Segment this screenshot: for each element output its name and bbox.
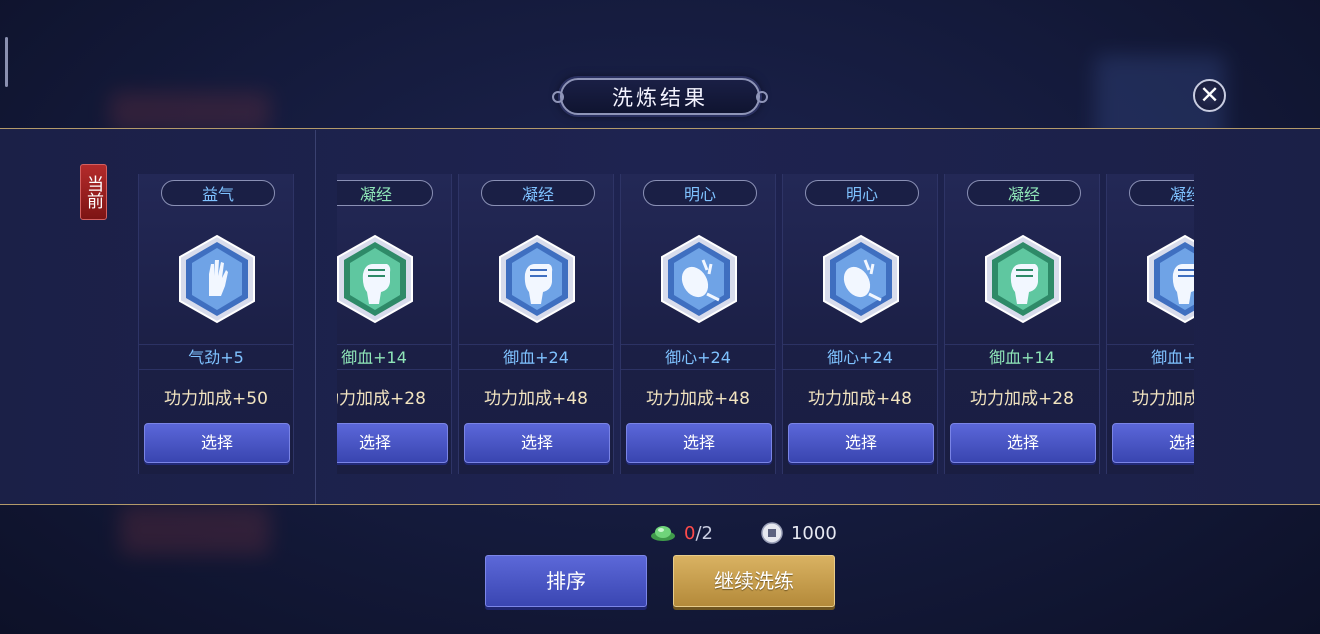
jade-icon bbox=[651, 526, 675, 541]
header: 洗炼结果 ✕ bbox=[0, 0, 1320, 130]
sort-button[interactable]: 排序 bbox=[485, 555, 647, 607]
bonus-value: 功力加成+28 bbox=[337, 389, 426, 409]
fist-icon bbox=[985, 234, 1061, 324]
ornament-right bbox=[756, 91, 768, 103]
shield-icon bbox=[661, 234, 737, 324]
stat-value: 气劲+5 bbox=[139, 344, 293, 370]
result-card: 明心御心+24 功力加成+48 选择 bbox=[782, 174, 938, 474]
bonus-value: 功力加成+28 bbox=[970, 389, 1074, 409]
bonus-value: 功力加成+48 bbox=[646, 389, 750, 409]
result-card: 凝经御血+14 功力加成+28 选择 bbox=[337, 174, 452, 474]
results-scroll-area[interactable]: 凝经御血+14 功力加成+28 选择 凝经御血+24 功力加成+48 选择 明心御心+24 功… bbox=[337, 130, 1194, 504]
background-blur bbox=[120, 505, 270, 555]
result-card: 凝经御血+24 功力加成+48 选择 bbox=[458, 174, 614, 474]
result-card: 凝经御血+14 功力加成+28 选择 bbox=[944, 174, 1100, 474]
attribute-label: 明心 bbox=[643, 180, 757, 206]
close-button[interactable]: ✕ bbox=[1193, 79, 1226, 112]
attribute-label: 凝经 bbox=[967, 180, 1081, 206]
attribute-label: 明心 bbox=[805, 180, 919, 206]
current-card: 益气 气劲+5 功力加成+50 选择 bbox=[138, 174, 294, 474]
select-button[interactable]: 选择 bbox=[950, 423, 1096, 463]
bonus-value: 功力加成+48 bbox=[808, 389, 912, 409]
bonus-value: 功力加成+50 bbox=[164, 389, 268, 409]
jade-count: 0 bbox=[684, 522, 696, 544]
select-button[interactable]: 选择 bbox=[626, 423, 772, 463]
attribute-label: 凝经 bbox=[1129, 180, 1194, 206]
stat-value: 御血+14 bbox=[945, 344, 1099, 370]
stat-value: 御心+24 bbox=[621, 344, 775, 370]
close-icon: ✕ bbox=[1199, 81, 1220, 109]
result-card: 凝经御血+24 功力加成+48 选择 bbox=[1106, 174, 1194, 474]
jade-max: /2 bbox=[695, 522, 713, 544]
attribute-label: 益气 bbox=[161, 180, 275, 206]
stat-value: 御血+14 bbox=[337, 344, 451, 370]
divider bbox=[315, 130, 316, 504]
result-card: 明心御心+24 功力加成+48 选择 bbox=[620, 174, 776, 474]
fist-icon bbox=[499, 234, 575, 324]
shield-icon bbox=[823, 234, 899, 324]
title-plate: 洗炼结果 bbox=[552, 78, 768, 115]
bonus-value: 功力加成+48 bbox=[484, 389, 588, 409]
ornament-left bbox=[552, 91, 564, 103]
fist-icon bbox=[337, 234, 413, 324]
attribute-label: 凝经 bbox=[481, 180, 595, 206]
select-button[interactable]: 选择 bbox=[144, 423, 290, 463]
silver-amount: 1000 bbox=[790, 522, 837, 544]
stat-value: 御血+24 bbox=[459, 344, 613, 370]
bonus-value: 功力加成+48 bbox=[1132, 389, 1194, 409]
select-button[interactable]: 选择 bbox=[788, 423, 934, 463]
page-title: 洗炼结果 bbox=[612, 85, 708, 110]
current-tag: 当前 bbox=[80, 164, 107, 220]
palm-icon bbox=[179, 234, 255, 324]
attribute-label: 凝经 bbox=[337, 180, 433, 206]
select-button[interactable]: 选择 bbox=[337, 423, 448, 463]
select-button[interactable]: 选择 bbox=[464, 423, 610, 463]
stat-value: 御血+24 bbox=[1107, 344, 1194, 370]
silver-coin-icon bbox=[761, 522, 783, 544]
cost-row: 0/2 1000 bbox=[650, 520, 837, 546]
continue-refine-button[interactable]: 继续洗练 bbox=[673, 555, 835, 607]
fist-icon bbox=[1147, 234, 1194, 324]
stat-value: 御心+24 bbox=[783, 344, 937, 370]
select-button[interactable]: 选择 bbox=[1112, 423, 1194, 463]
